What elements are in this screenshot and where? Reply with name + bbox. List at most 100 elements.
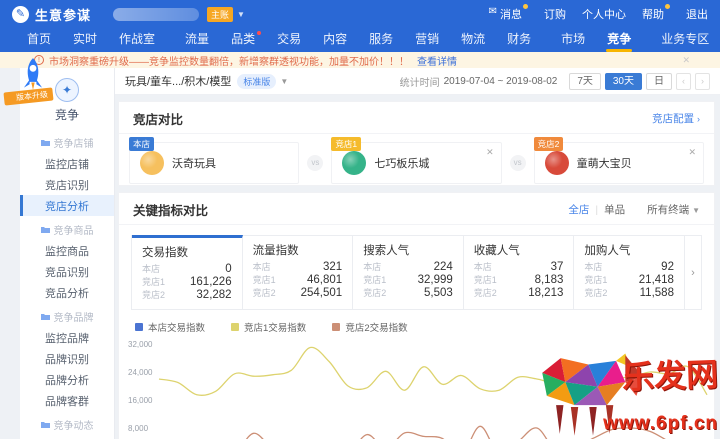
nav-tab-marketing[interactable]: 营销 [404,28,450,52]
nav-tab-trade[interactable]: 交易 [266,28,312,52]
shop-compare-header: 竞店对比 竞店配置 › [119,102,714,134]
topbar-item-orders[interactable]: 订购 [544,6,566,22]
metric-row-label: 竞店1 [252,275,276,285]
topbar-item-label: 退出 [686,9,708,21]
sidebar-group-label: 竞争商品 [53,226,94,237]
scope-single-item[interactable]: 单品 [604,202,625,217]
account-type-badge: 主账 [207,6,234,22]
prev-period-button[interactable]: ‹ [676,72,691,90]
notice-detail-link[interactable]: 查看详情 [417,53,457,68]
sidebar-item-监控店铺[interactable]: 监控店铺 [20,153,114,174]
legend-item[interactable]: 竞店1交易指数 [231,320,306,334]
metric-name: 搜索人气 [363,245,410,257]
legend-label: 竞店2交易指数 [345,323,408,334]
account-name-blurred [113,7,200,21]
sidebar-item-竞品识别[interactable]: 竞品识别 [20,261,114,282]
metric-row-value: 21,418 [638,274,674,286]
topbar-item-help[interactable]: 帮助 [642,4,670,22]
topbar-item-message[interactable]: ✉ 消息 [489,4,528,22]
sidebar-item-竞品分析[interactable]: 竞品分析 [20,282,114,303]
scope-all-shop[interactable]: 全店 [568,202,589,217]
shop-badge: 本店 [129,137,155,151]
shop-config-link[interactable]: 竞店配置 › [652,111,700,126]
nav-tab-war-room[interactable]: 作战室 [108,28,166,52]
metric-name: 加购人气 [584,245,631,257]
upgrade-mascot[interactable]: 版本升级 [3,57,58,106]
metric-row: 竞店1 46,801 [253,274,343,287]
nav-tab-category[interactable]: 品类 [220,28,266,52]
close-icon[interactable]: ✕ [486,147,494,158]
vs-icon: vs [509,155,526,171]
nav-tab-content[interactable]: 内容 [312,28,358,52]
sidebar-item-竞争动态[interactable]: 竞争动态 [20,435,114,439]
sidebar-item-竞店识别[interactable]: 竞店识别 [20,174,114,195]
shop-card-2[interactable]: 竞店2 童萌大宝贝 ✕ [533,137,704,184]
nav-tab-realtime[interactable]: 实时 [62,28,108,52]
y-axis-tick: 24,000 [128,368,153,377]
metric-row-label: 竞店2 [363,288,387,298]
key-metrics-panel: 关键指标对比 全店 | 单品 所有终端 ▼ 交易指数 本店 0 竞店1 161,226 竞… [118,192,715,439]
range-button-日[interactable]: 日 [646,72,672,90]
sidebar-item-监控商品[interactable]: 监控商品 [20,240,114,261]
legend-item[interactable]: 本店交易指数 [135,320,205,334]
nav-tab-business-zone[interactable]: 业务专区 [650,28,720,52]
metric-row-value: 5,503 [424,287,453,299]
metric-name: 交易指数 [142,247,188,259]
metric-row-label: 本店 [252,262,271,272]
metric-card-搜索人气[interactable]: 搜索人气 本店 224 竞店1 32,999 竞店2 5,503 [353,236,464,309]
shop-card-1[interactable]: 竞店1 七巧板乐城 ✕ [331,137,502,184]
shop-name: 童萌大宝贝 [576,158,632,170]
shop-card-0[interactable]: 本店 沃奇玩具 [129,137,300,184]
sidebar-group-2: 竞争品牌 [20,306,114,327]
nav-tab-market[interactable]: 市场 [550,28,596,52]
nav-tab-finance[interactable]: 财务 [496,28,542,52]
date-range-value[interactable]: 2019-07-04 ~ 2019-08-02 [444,76,558,87]
range-button-30天[interactable]: 30天 [604,72,642,90]
key-metrics-title: 关键指标对比 [133,204,209,218]
category-chevron-down-icon[interactable]: ▼ [280,77,288,86]
nav-tab-logistics[interactable]: 物流 [450,28,496,52]
category-selector[interactable]: 玩具/童车.../积木/模型 [125,73,231,89]
metric-row: 本店 321 [253,261,343,274]
category-bar: 玩具/童车.../积木/模型 标准版 ▼ 统计时间 2019-07-04 ~ 2… [115,68,720,95]
scope-divider: | [595,203,599,216]
sidebar-group-1: 竞争商品 [20,219,114,240]
range-button-7天[interactable]: 7天 [569,72,601,90]
notice-close-icon[interactable]: ✕ [682,55,690,66]
sidebar-menu: 竞争店铺 监控店铺 竞店识别 竞店分析 竞争商品 监控商品 竞品识别 竞品分析 竞争品牌 监控品牌… [20,132,114,439]
metric-row: 竞店2 18,213 [474,287,564,300]
sidebar-item-品牌客群[interactable]: 品牌客群 [20,390,114,411]
nav-tab-traffic[interactable]: 流量 [174,28,220,52]
account-chevron-down-icon[interactable]: ▼ [237,10,245,19]
rocket-mascot-icon [23,58,43,90]
chevron-down-icon: ▼ [692,206,700,215]
metric-row-value: 254,501 [300,287,343,299]
metric-row-value: 92 [661,261,674,273]
metric-card-流量指数[interactable]: 流量指数 本店 321 竞店1 46,801 竞店2 254,501 [243,236,354,309]
sidebar-item-品牌分析[interactable]: 品牌分析 [20,369,114,390]
sidebar-item-品牌识别[interactable]: 品牌识别 [20,348,114,369]
nav-tab-service[interactable]: 服务 [358,28,404,52]
topbar-item-profile[interactable]: 个人中心 [582,6,626,22]
topbar-item-logout[interactable]: 退出 [686,6,708,22]
date-controls: 统计时间 2019-07-04 ~ 2019-08-02 7天 30天日 ‹ › [400,72,710,90]
topbar-item-label: 订购 [544,9,566,21]
metric-name: 收藏人气 [473,245,520,257]
sidebar-item-监控品牌[interactable]: 监控品牌 [20,327,114,348]
metric-scroll-right-button[interactable]: › [685,236,701,309]
sidebar-item-竞店分析[interactable]: 竞店分析 [20,195,114,216]
sidebar-module-label: 竞争 [54,108,79,122]
metric-row-label: 竞店2 [584,288,608,298]
legend-item[interactable]: 竞店2交易指数 [332,320,408,334]
next-period-button[interactable]: › [695,72,710,90]
terminal-filter-dropdown[interactable]: 所有终端 ▼ [647,202,700,217]
close-icon[interactable]: ✕ [688,147,696,158]
metric-card-交易指数[interactable]: 交易指数 本店 0 竞店1 161,226 竞店2 32,282 [132,235,243,309]
metric-row-value: 0 [225,263,232,275]
metric-row: 竞店1 32,999 [363,274,453,287]
nav-tab-competition[interactable]: 竞争 [596,28,642,52]
metric-card-加购人气[interactable]: 加购人气 本店 92 竞店1 21,418 竞店2 11,588 [574,236,685,309]
notice-bar: ! 市场洞察重磅升级——竞争监控数量翻倍，新增察群透视功能，加量不加价！！！ 查… [0,52,720,68]
nav-tab-home[interactable]: 首页 [16,28,62,52]
metric-card-收藏人气[interactable]: 收藏人气 本店 37 竞店1 8,183 竞店2 18,213 [464,236,575,309]
